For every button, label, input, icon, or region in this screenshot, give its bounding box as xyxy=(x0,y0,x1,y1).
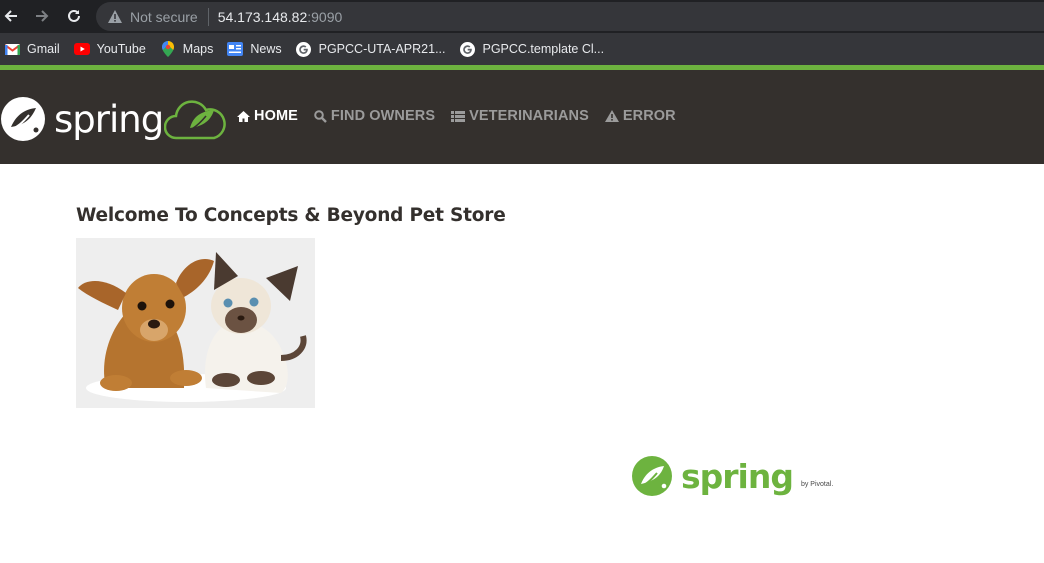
forward-arrow-icon xyxy=(36,10,49,22)
reload-icon xyxy=(68,9,80,22)
back-arrow-icon xyxy=(4,10,17,22)
list-icon xyxy=(451,110,466,122)
google-icon xyxy=(460,41,476,57)
bookmark-gmail[interactable]: Gmail xyxy=(4,41,60,57)
reload-button[interactable] xyxy=(64,6,84,26)
bookmark-pgpcc-uta[interactable]: PGPCC-UTA-APR21... xyxy=(296,41,446,57)
bookmark-label: Gmail xyxy=(27,42,60,56)
google-icon xyxy=(296,41,312,57)
page-title: Welcome To Concepts & Beyond Pet Store xyxy=(76,205,506,226)
bookmark-label: Maps xyxy=(182,42,214,56)
nav-error-label: ERROR xyxy=(622,108,676,124)
bookmark-label: YouTube xyxy=(96,42,146,56)
spring-cloud-icon xyxy=(163,96,228,145)
bookmark-youtube[interactable]: YouTube xyxy=(73,41,146,57)
search-icon xyxy=(314,109,327,123)
url-port: :9090 xyxy=(307,8,343,25)
nav-home-label: HOME xyxy=(254,108,298,124)
main-menu: HOME FIND OWNERS VETERINARIANS ERROR xyxy=(237,108,692,124)
back-button[interactable] xyxy=(1,6,21,26)
home-icon xyxy=(237,110,250,122)
bookmark-maps[interactable]: Maps xyxy=(160,41,214,57)
bookmarks-bar: Gmail YouTube Maps News PGPCC-UTA-APR21.… xyxy=(0,33,1044,65)
footer-wordmark: spring xyxy=(681,456,794,496)
maps-icon xyxy=(160,41,176,57)
spring-pivotal-logo: spring by Pivotal. xyxy=(631,455,833,497)
pivotal-byline: by Pivotal. xyxy=(800,480,834,488)
omnibox-divider xyxy=(207,7,209,26)
bookmark-news[interactable]: News xyxy=(227,41,282,57)
spring-brand-link[interactable]: spring xyxy=(0,96,164,142)
news-icon xyxy=(227,41,244,57)
url-host: 54.173.148.82 xyxy=(217,8,308,25)
spring-leaf-icon xyxy=(632,456,672,496)
nav-veterinarians[interactable]: VETERINARIANS xyxy=(451,108,589,124)
spring-leaf-icon xyxy=(1,97,45,141)
bookmark-pgpcc-template[interactable]: PGPCC.template Cl... xyxy=(460,41,605,57)
warning-icon xyxy=(108,10,122,24)
gmail-icon xyxy=(4,41,20,57)
bookmark-label: News xyxy=(250,42,282,56)
nav-home[interactable]: HOME xyxy=(237,108,298,124)
youtube-icon xyxy=(73,41,90,57)
browser-toolbar: Not secure 54.173.148.82 :9090 xyxy=(0,0,1044,33)
pets-image xyxy=(76,238,315,408)
forward-button[interactable] xyxy=(32,6,52,26)
nav-find-owners-label: FIND OWNERS xyxy=(330,108,436,124)
brand-wordmark: spring xyxy=(54,97,164,141)
warning-icon xyxy=(604,110,619,122)
security-label[interactable]: Not secure xyxy=(130,9,198,25)
nav-find-owners[interactable]: FIND OWNERS xyxy=(314,108,435,124)
nav-veterinarians-label: VETERINARIANS xyxy=(469,108,589,124)
site-navbar: spring HOME FIND OWNERS VETERINARIANS ER… xyxy=(0,70,1044,164)
bookmark-label: PGPCC.template Cl... xyxy=(482,42,605,56)
address-bar[interactable]: Not secure 54.173.148.82 :9090 xyxy=(96,2,1044,31)
bookmark-label: PGPCC-UTA-APR21... xyxy=(318,42,446,56)
nav-error[interactable]: ERROR xyxy=(604,108,676,124)
